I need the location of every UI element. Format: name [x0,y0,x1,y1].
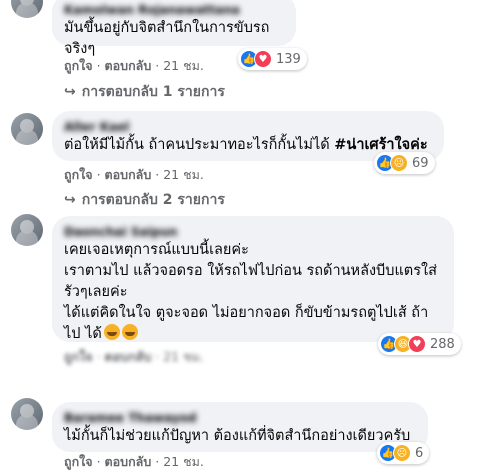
comment-bubble: Daonchai Saipun เคยเจอเหตุการณ์แบบนี้เลย… [52,216,454,342]
separator: · [96,58,101,73]
like-button[interactable]: ถูกใจ [64,167,93,182]
comment-bubble: Baramee Thawayod ไม้กั้นก็ไม่ช่วยแก้ปัญห… [52,402,428,452]
reaction-summary[interactable]: 👍 ♥ 139 [238,48,307,70]
reaction-summary[interactable]: 👍 ☹ 6 [377,442,430,464]
comment-text-body: เคยเจอเหตุการณ์แบบนี้เลยค่ะ เราตามไป แล้… [64,242,437,342]
reply-button[interactable]: ตอบกลับ [105,349,152,364]
comment-time[interactable]: 21 ชม. [163,167,204,182]
reaction-count: 6 [415,445,424,461]
avatar[interactable] [11,113,43,145]
reply-arrow-icon: ↪ [64,84,76,100]
comment-text-body: ต่อให้มีไม้กั้น ถ้าคนประมาทอะไรก็กั้นไม่… [64,137,335,153]
separator: · [155,349,160,364]
commenter-name[interactable]: Baramee Thawayod [64,410,416,426]
separator: · [96,167,101,182]
comment-actions: ถูกใจ · ตอบกลับ · 21 ชม. [64,347,204,367]
commenter-name[interactable]: Kamolwan Rojanawattana [64,2,284,18]
avatar[interactable] [11,0,43,18]
view-replies-link[interactable]: ↪ การตอบกลับ 1 รายการ [64,81,225,103]
comment-time[interactable]: 21 ชม. [163,454,204,469]
comment-time[interactable]: 21 ชม. [163,58,204,73]
like-button[interactable]: ถูกใจ [64,349,93,364]
grin-emoji-icon [103,324,120,340]
sad-icon: ☹ [390,154,408,172]
view-replies-link[interactable]: ↪ การตอบกลับ 2 รายการ [64,189,225,211]
sad-icon: ☹ [393,444,411,462]
reaction-summary[interactable]: 👍 😆 ♥ 288 [378,333,461,355]
reply-button[interactable]: ตอบกลับ [105,454,152,469]
comment-text: เคยเจอเหตุการณ์แบบนี้เลยค่ะ เราตามไป แล้… [64,240,442,345]
avatar[interactable] [11,214,43,246]
replies-label: การตอบกลับ 2 รายการ [81,192,225,208]
laugh-emoji-icon [121,324,138,340]
like-button[interactable]: ถูกใจ [64,58,93,73]
comment-bubble: Kamolwan Rojanawattana มันขึ้นอยู่กับจิต… [52,0,296,57]
separator: · [155,58,160,73]
reaction-count: 69 [412,155,429,171]
comment-actions: ถูกใจ · ตอบกลับ · 21 ชม. [64,452,204,472]
reply-arrow-icon: ↪ [64,192,76,208]
separator: · [96,454,101,469]
separator: · [155,167,160,182]
reaction-count: 139 [276,51,301,67]
replies-label: การตอบกลับ 1 รายการ [81,84,225,100]
comment-text: ต่อให้มีไม้กั้น ถ้าคนประมาทอะไรก็กั้นไม่… [64,135,432,156]
reaction-count: 288 [430,336,455,352]
commenter-name[interactable]: Aller Kael [64,119,432,135]
avatar[interactable] [11,398,43,430]
reply-button[interactable]: ตอบกลับ [105,167,152,182]
love-icon: ♥ [254,50,272,68]
love-icon: ♥ [408,335,426,353]
comment-text: ไม้กั้นก็ไม่ช่วยแก้ปัญหา ต้องแก้ที่จิตสำ… [64,428,411,444]
commenter-name[interactable]: Daonchai Saipun [64,224,442,240]
separator: · [96,349,101,364]
separator: · [155,454,160,469]
reaction-summary[interactable]: 👍 ☹ 69 [374,152,435,174]
comment-actions: ถูกใจ · ตอบกลับ · 21 ชม. [64,165,204,185]
hashtag-link[interactable]: #น่าเศร้าใจค่ะ [334,137,427,153]
like-button[interactable]: ถูกใจ [64,454,93,469]
comment-time[interactable]: 21 ชม. [163,349,204,364]
reply-button[interactable]: ตอบกลับ [105,58,152,73]
comment-actions: ถูกใจ · ตอบกลับ · 21 ชม. [64,56,204,76]
